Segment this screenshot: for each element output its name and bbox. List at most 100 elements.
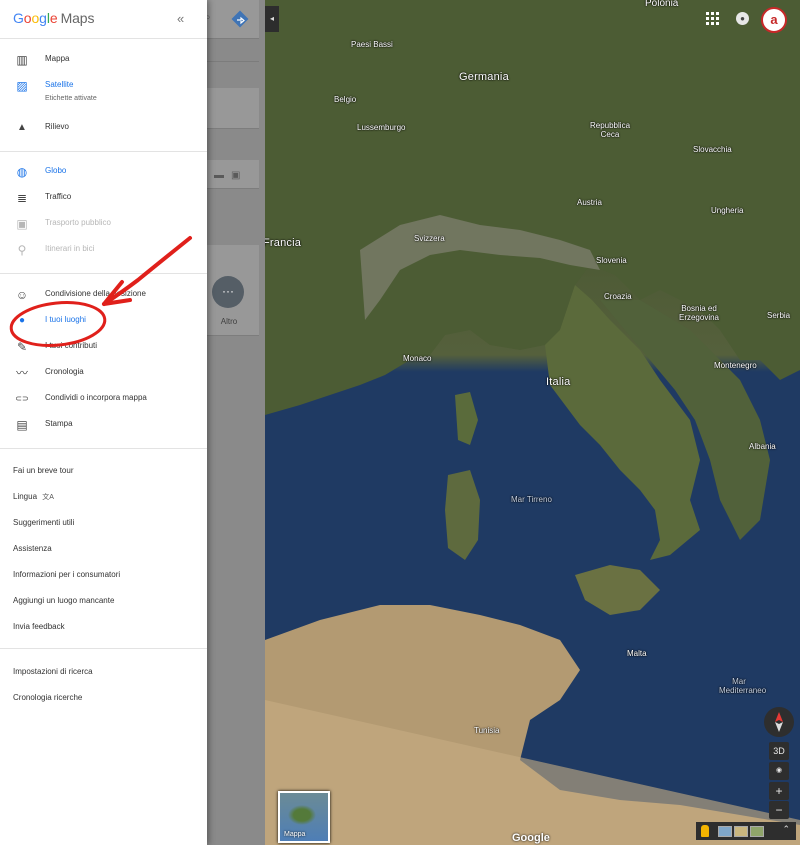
menu-item-trasporto-pubblico[interactable]: ▣ Trasporto pubblico: [0, 212, 207, 236]
map-label-montenegro: Montenegro: [714, 361, 757, 370]
menu-item-sublabel: Etichette attivate: [45, 95, 97, 102]
menu-divider: [0, 648, 207, 649]
more-label: Altro: [220, 317, 238, 326]
pegman-icon[interactable]: [701, 825, 709, 837]
layer-thumb-1[interactable]: [718, 826, 732, 837]
link-assistenza[interactable]: Assistenza: [13, 544, 52, 553]
map-label-monaco: Monaco: [403, 354, 432, 363]
menu-item-i-tuoi-luoghi[interactable]: ● I tuoi luoghi: [0, 309, 207, 333]
traffic-icon: ≣: [16, 191, 28, 205]
google-brand: Google: [512, 832, 550, 844]
link-cronologia-ricerche[interactable]: Cronologia ricerche: [13, 693, 82, 702]
link-tour[interactable]: Fai un breve tour: [13, 466, 73, 475]
map-label-tunisia: Tunisia: [474, 726, 500, 735]
map-label-serbia: Serbia: [767, 311, 791, 320]
menu-item-condividi-mappa[interactable]: ⊂⊃ Condividi o incorpora mappa: [0, 387, 207, 411]
print-icon: ▤: [16, 418, 28, 432]
bike-icon: ⚲: [17, 243, 27, 257]
terrain-icon: ▲: [17, 122, 27, 133]
link-impostazioni-ricerca[interactable]: Impostazioni di ricerca: [13, 667, 93, 676]
close-menu-icon[interactable]: «: [177, 11, 184, 26]
menu-item-label: I tuoi contributi: [45, 341, 98, 350]
map-label-mar-mediterraneo: Mar Mediterraneo: [719, 677, 767, 695]
train-icon: ▣: [231, 170, 241, 181]
menu-item-itinerari-bici[interactable]: ⚲ Itinerari in bici: [0, 238, 207, 262]
menu-item-mappa[interactable]: ▥ Mappa: [0, 48, 207, 72]
menu-item-label: Itinerari in bici: [45, 244, 95, 253]
menu-item-label: Satellite: [45, 80, 74, 89]
menu-item-label: Trasporto pubblico: [45, 218, 111, 227]
map-label-croazia: Croazia: [604, 292, 632, 301]
avatar[interactable]: a: [761, 7, 787, 33]
zoom-in-button[interactable]: +: [769, 782, 789, 800]
contributions-icon: ✎: [16, 340, 28, 354]
layer-thumb-2[interactable]: [734, 826, 748, 837]
menu-item-satellite[interactable]: ▨ Satellite Etichette attivate: [0, 74, 207, 110]
menu-divider: [0, 151, 207, 152]
map-label-slovenia: Slovenia: [596, 256, 627, 265]
link-invia-feedback[interactable]: Invia feedback: [13, 622, 65, 631]
link-lingua[interactable]: Lingua 文A: [13, 492, 54, 502]
link-aggiungi-luogo[interactable]: Aggiungi un luogo mancante: [13, 596, 114, 605]
panel-card: [207, 88, 259, 129]
google-maps-logo: Google Maps: [13, 10, 95, 26]
minimap-label: Mappa: [284, 831, 306, 838]
search-icon: ⌕: [207, 12, 211, 23]
menu-item-condivisione-posizione[interactable]: ☺ Condivisione della posizione: [0, 283, 207, 307]
map-label-polonia: Polonia: [645, 0, 679, 9]
directions-icon[interactable]: [230, 9, 250, 29]
map-label-malta: Malta: [627, 649, 647, 658]
map-label-francia: Francia: [263, 237, 302, 249]
menu-item-traffico[interactable]: ≣ Traffico: [0, 186, 207, 210]
map-label-svizzera: Svizzera: [414, 234, 445, 243]
expand-icon[interactable]: ⌃: [782, 824, 790, 835]
minimap-toggle[interactable]: Mappa: [278, 791, 330, 843]
link-lingua-label: Lingua: [13, 492, 38, 501]
link-info-consumatori[interactable]: Informazioni per i consumatori: [13, 570, 120, 579]
place-pin-icon: ●: [18, 315, 26, 326]
menu-item-i-tuoi-contributi[interactable]: ✎ I tuoi contributi: [0, 335, 207, 359]
map-label-lussemburgo: Lussemburgo: [357, 123, 406, 132]
menu-item-globo[interactable]: ◍ Globo: [0, 160, 207, 184]
map-label-mar-tirreno: Mar Tirreno: [511, 495, 552, 504]
map-label-germania: Germania: [459, 71, 509, 83]
side-menu: Google Maps « ▥ Mappa ▨ Satellite Etichet…: [0, 0, 207, 845]
notifications-icon[interactable]: ●: [736, 12, 749, 25]
search-panel-dimmed: ⌕ ▬ ▣: [207, 0, 265, 845]
timeline-icon: 〰: [15, 366, 28, 380]
menu-item-rilievo[interactable]: ▲ Rilievo: [0, 116, 207, 140]
layer-strip[interactable]: ⌃: [696, 822, 796, 840]
apps-grid-icon[interactable]: [706, 12, 720, 26]
menu-item-label: Condivisione della posizione: [45, 289, 146, 298]
layer-thumb-3[interactable]: [750, 826, 764, 837]
map-label-repubblica-ceca: Repubblica Ceca: [589, 121, 631, 139]
map-label-ungheria: Ungheria: [711, 206, 744, 215]
menu-item-label: Rilievo: [45, 122, 70, 131]
zoom-out-button[interactable]: −: [769, 801, 789, 819]
menu-item-label: I tuoi luoghi: [45, 315, 86, 324]
menu-divider: [0, 448, 207, 449]
menu-item-label: Cronologia: [45, 367, 84, 376]
translate-icon: 文A: [42, 494, 54, 501]
more-button[interactable]: ···: [212, 276, 244, 308]
3d-toggle-button[interactable]: 3D: [769, 742, 789, 760]
menu-item-label: Mappa: [45, 54, 70, 63]
menu-divider: [0, 273, 207, 274]
globe-icon: ◍: [16, 165, 28, 179]
satellite-icon: ▨: [16, 79, 28, 93]
panel-divider: [207, 61, 259, 62]
map-label-slovacchia: Slovacchia: [693, 145, 732, 154]
map-label-bosnia: Bosnia ed Erzegovina: [678, 304, 720, 322]
map-label-italia: Italia: [546, 376, 571, 388]
compass-icon[interactable]: [764, 707, 794, 737]
menu-item-cronologia[interactable]: 〰 Cronologia: [0, 361, 207, 385]
location-sharing-icon: ☺: [15, 288, 29, 302]
map-label-paesi-bassi: Paesi Bassi: [351, 40, 393, 49]
my-location-button[interactable]: ◉: [769, 762, 789, 780]
link-suggerimenti[interactable]: Suggerimenti utili: [13, 518, 74, 527]
map-label-albania: Albania: [749, 442, 776, 451]
map-icon: ▥: [16, 53, 28, 67]
menu-item-stampa[interactable]: ▤ Stampa: [0, 413, 207, 437]
collapse-panel-button[interactable]: ◂: [265, 6, 279, 32]
car-icon: ▬: [214, 170, 224, 181]
